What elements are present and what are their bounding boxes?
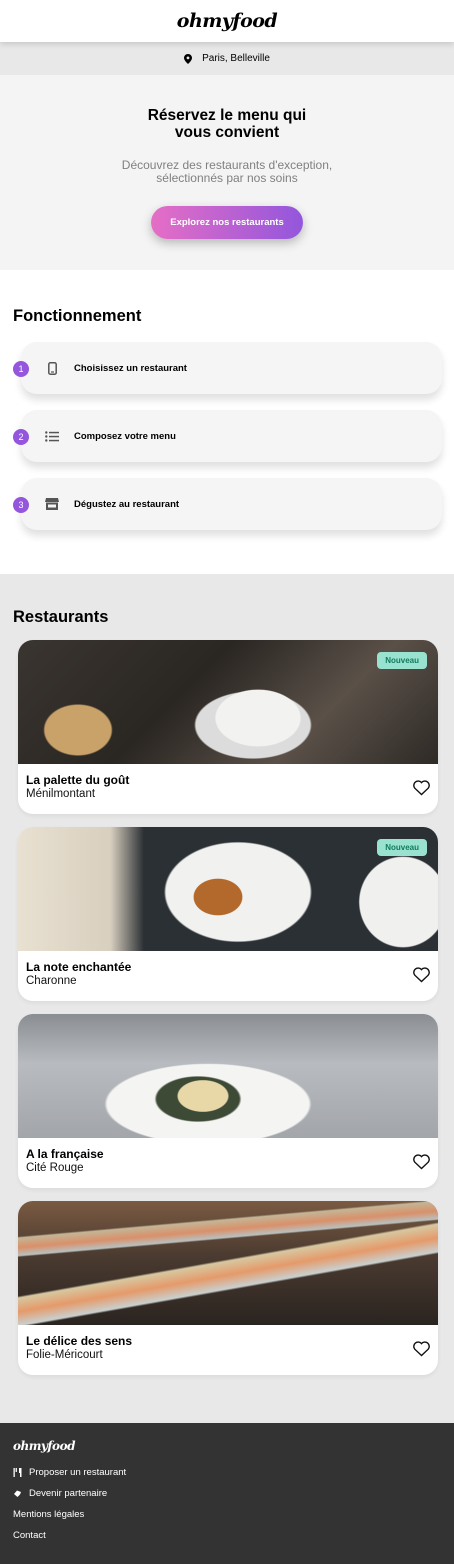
location-bar: Paris, Belleville bbox=[0, 42, 454, 75]
explore-restaurants-button[interactable]: Explorez nos restaurants bbox=[151, 206, 303, 239]
step-label: Dégustez au restaurant bbox=[74, 498, 180, 510]
restaurant-card[interactable]: Le délice des sens Folie-Méricourt bbox=[18, 1201, 438, 1375]
restaurants-section: Restaurants Nouveau La palette du goût M… bbox=[0, 574, 454, 1423]
heart-icon[interactable] bbox=[413, 1341, 430, 1357]
heart-icon[interactable] bbox=[413, 967, 430, 983]
site-footer: ohmyfood Proposer un restaurant Devenir … bbox=[0, 1423, 454, 1564]
footer-link-partner[interactable]: Devenir partenaire bbox=[13, 1488, 454, 1499]
heart-icon[interactable] bbox=[413, 780, 430, 796]
restaurant-card[interactable]: Nouveau La palette du goût Ménilmontant bbox=[18, 640, 438, 814]
handshake-icon bbox=[14, 1490, 21, 1497]
store-icon bbox=[44, 496, 60, 512]
footer-link-label: Devenir partenaire bbox=[29, 1488, 108, 1499]
footer-link-legal[interactable]: Mentions légales bbox=[13, 1509, 454, 1520]
hero-section: Réservez le menu qui vous convient Décou… bbox=[0, 75, 454, 270]
restaurant-info: La note enchantée Charonne bbox=[18, 951, 438, 1001]
utensils-icon bbox=[13, 1468, 22, 1477]
restaurant-name: La palette du goût bbox=[26, 773, 130, 787]
how-it-works-title: Fonctionnement bbox=[13, 307, 142, 325]
step-card-compose: 2 Composez votre menu bbox=[13, 410, 442, 462]
restaurant-photo bbox=[18, 1014, 438, 1138]
footer-link-label: Mentions légales bbox=[13, 1509, 85, 1520]
restaurant-info: A la française Cité Rouge bbox=[18, 1138, 438, 1188]
restaurants-title: Restaurants bbox=[13, 608, 109, 626]
site-logo[interactable]: ohmyfood bbox=[177, 10, 278, 32]
restaurant-card[interactable]: A la française Cité Rouge bbox=[18, 1014, 438, 1188]
step-card-choose: 1 Choisissez un restaurant bbox=[13, 342, 442, 394]
restaurant-photo bbox=[18, 1201, 438, 1325]
restaurant-name: A la française bbox=[26, 1147, 104, 1161]
restaurant-area: Cité Rouge bbox=[26, 1162, 84, 1174]
step-number: 2 bbox=[13, 429, 29, 445]
step-number: 3 bbox=[13, 497, 29, 513]
location-text: Paris, Belleville bbox=[202, 53, 270, 64]
step-label: Composez votre menu bbox=[74, 430, 176, 442]
restaurant-name: Le délice des sens bbox=[26, 1334, 133, 1348]
restaurant-info: Le délice des sens Folie-Méricourt bbox=[18, 1325, 438, 1375]
new-badge: Nouveau bbox=[377, 652, 427, 669]
heart-icon[interactable] bbox=[413, 1154, 430, 1170]
restaurant-area: Charonne bbox=[26, 975, 77, 987]
phone-icon bbox=[44, 360, 60, 376]
hero-subtitle: Découvrez des restaurants d'exception, s… bbox=[121, 158, 333, 185]
restaurant-photo: Nouveau bbox=[18, 827, 438, 951]
step-number: 1 bbox=[13, 361, 29, 377]
footer-link-contact[interactable]: Contact bbox=[13, 1530, 454, 1541]
footer-link-propose[interactable]: Proposer un restaurant bbox=[13, 1467, 454, 1478]
how-it-works-section: Fonctionnement 1 Choisissez un restauran… bbox=[0, 270, 454, 574]
restaurant-name: La note enchantée bbox=[26, 960, 132, 974]
restaurant-info: La palette du goût Ménilmontant bbox=[18, 764, 438, 814]
restaurant-area: Folie-Méricourt bbox=[26, 1349, 103, 1361]
step-card-enjoy: 3 Dégustez au restaurant bbox=[13, 478, 442, 530]
site-header: ohmyfood bbox=[0, 0, 454, 42]
map-pin-icon bbox=[184, 53, 193, 64]
footer-logo[interactable]: ohmyfood bbox=[13, 1439, 454, 1453]
list-icon bbox=[44, 428, 60, 444]
restaurant-photo: Nouveau bbox=[18, 640, 438, 764]
hero-title: Réservez le menu qui vous convient bbox=[147, 107, 307, 141]
new-badge: Nouveau bbox=[377, 839, 427, 856]
footer-link-label: Proposer un restaurant bbox=[29, 1467, 127, 1478]
restaurant-card[interactable]: Nouveau La note enchantée Charonne bbox=[18, 827, 438, 1001]
restaurant-area: Ménilmontant bbox=[26, 788, 96, 800]
step-label: Choisissez un restaurant bbox=[74, 362, 187, 374]
footer-link-label: Contact bbox=[13, 1530, 46, 1541]
